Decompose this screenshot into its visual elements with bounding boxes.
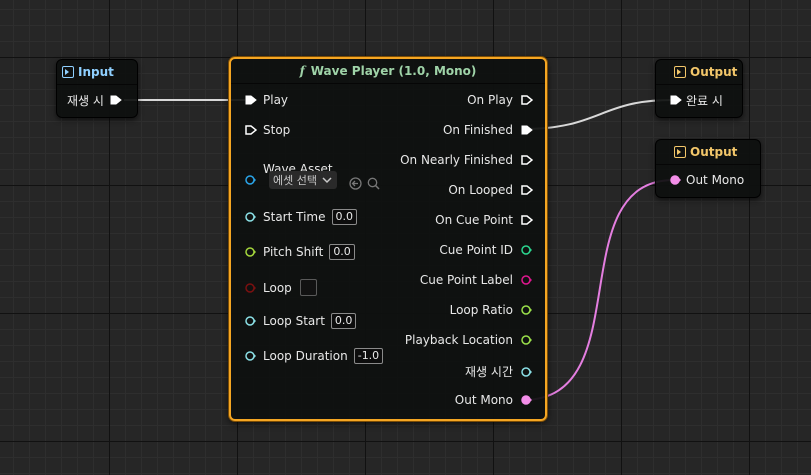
start-time-label: Start Time (263, 210, 326, 224)
playback-location-label: Playback Location (404, 333, 513, 347)
loop-label: Loop (263, 280, 292, 295)
on-cue-point-label: On Cue Point (435, 213, 513, 227)
pitch-shift-input[interactable]: 0.0 (329, 244, 355, 260)
int-pin-icon[interactable] (521, 245, 532, 255)
function-icon: f (299, 64, 305, 78)
exec-pin-icon[interactable] (521, 215, 533, 225)
use-selected-asset-icon[interactable] (349, 175, 362, 190)
exec-pin-icon[interactable] (110, 95, 122, 105)
exec-pin-icon[interactable] (521, 185, 533, 195)
string-pin-icon[interactable] (521, 275, 532, 285)
float-pin-icon[interactable] (245, 212, 256, 222)
input-icon (62, 66, 74, 78)
on-nearly-finished-pin-row[interactable]: On Nearly Finished (400, 153, 533, 167)
pitch-shift-label: Pitch Shift (263, 245, 324, 259)
start-time-pin-row[interactable]: Start Time 0.0 (245, 209, 357, 225)
loop-start-label: Loop Start (263, 314, 325, 328)
output-node-header[interactable]: Output (656, 140, 760, 165)
float-pin-icon[interactable] (245, 247, 256, 257)
playback-location-pin-row[interactable]: Playback Location (404, 333, 532, 347)
chevron-down-icon (321, 174, 333, 186)
cue-point-id-label: Cue Point ID (439, 243, 513, 257)
output-node-title: Output (690, 65, 738, 79)
wave-player-node[interactable]: f Wave Player (1.0, Mono) Play Stop Wave… (229, 57, 547, 421)
asset-pin-icon[interactable] (245, 175, 256, 185)
out-mono-label: Out Mono (454, 393, 513, 407)
output-icon (674, 66, 686, 78)
loop-duration-pin-row[interactable]: Loop Duration -1.0 (245, 348, 384, 364)
audio-pin-icon[interactable] (670, 175, 681, 185)
search-icon[interactable] (367, 175, 380, 190)
output-node-title: Output (690, 145, 738, 159)
output-pin-label: Out Mono (686, 173, 745, 187)
output-pin-row: 완료 시 (670, 91, 723, 109)
float-pin-icon[interactable] (245, 351, 256, 361)
on-nearly-finished-label: On Nearly Finished (400, 153, 513, 167)
playback-time-pin-row[interactable]: 재생 시간 (465, 363, 532, 380)
asset-picker-dropdown[interactable]: 에셋 선택 (269, 171, 337, 189)
float-pin-icon[interactable] (521, 305, 532, 315)
loop-start-pin-row[interactable]: Loop Start 0.0 (245, 313, 357, 329)
on-finished-pin-row[interactable]: On Finished (442, 123, 533, 137)
loop-checkbox[interactable] (299, 279, 317, 296)
output-pin-label: 완료 시 (686, 93, 723, 108)
on-cue-point-pin-row[interactable]: On Cue Point (435, 213, 533, 227)
exec-pin-icon[interactable] (245, 125, 257, 135)
float-pin-icon[interactable] (245, 316, 256, 326)
loop-ratio-label: Loop Ratio (449, 303, 513, 317)
time-pin-icon[interactable] (521, 366, 532, 377)
on-finished-label: On Finished (442, 123, 513, 137)
input-pin-label: 재생 시 (67, 93, 104, 108)
loop-duration-label: Loop Duration (263, 349, 348, 363)
on-play-pin-row[interactable]: On Play (467, 93, 533, 107)
playback-time-label: 재생 시간 (465, 365, 513, 379)
exec-pin-icon[interactable] (245, 95, 257, 105)
exec-pin-icon[interactable] (670, 95, 682, 105)
exec-pin-icon[interactable] (521, 155, 533, 165)
output-node-header[interactable]: Output (656, 60, 742, 85)
wave-player-header[interactable]: f Wave Player (1.0, Mono) (231, 59, 545, 84)
output-icon (674, 146, 686, 158)
pitch-shift-pin-row[interactable]: Pitch Shift 0.0 (245, 244, 355, 260)
on-play-label: On Play (467, 93, 513, 107)
stop-pin-row[interactable]: Stop (245, 123, 290, 137)
play-label: Play (263, 93, 289, 107)
exec-pin-icon[interactable] (521, 125, 533, 135)
loop-start-input[interactable]: 0.0 (330, 313, 357, 329)
on-looped-label: On Looped (448, 183, 513, 197)
wave-player-title: Wave Player (1.0, Mono) (310, 64, 477, 78)
out-mono-pin-row[interactable]: Out Mono (454, 393, 532, 407)
cue-point-label-label: Cue Point Label (419, 273, 513, 287)
output-node-out-mono[interactable]: Output Out Mono (655, 139, 761, 198)
stop-label: Stop (263, 123, 291, 137)
input-pin-row: 재생 시 (67, 91, 122, 109)
input-node-header[interactable]: Input (57, 60, 137, 85)
float-pin-icon[interactable] (521, 335, 532, 345)
input-node[interactable]: Input 재생 시 (56, 59, 138, 118)
loop-pin-row[interactable]: Loop (245, 279, 317, 296)
audio-pin-icon[interactable] (521, 395, 532, 405)
cue-point-label-pin-row[interactable]: Cue Point Label (419, 273, 532, 287)
bool-pin-icon[interactable] (245, 282, 256, 293)
on-looped-pin-row[interactable]: On Looped (448, 183, 533, 197)
input-node-title: Input (78, 65, 114, 79)
asset-picker-label: 에셋 선택 (273, 174, 317, 187)
loop-duration-input[interactable]: -1.0 (353, 348, 384, 364)
output-pin-row: Out Mono (670, 171, 744, 189)
loop-ratio-pin-row[interactable]: Loop Ratio (449, 303, 532, 317)
output-node-finished[interactable]: Output 완료 시 (655, 59, 743, 118)
start-time-input[interactable]: 0.0 (331, 209, 357, 225)
play-pin-row[interactable]: Play (245, 93, 288, 107)
cue-point-id-pin-row[interactable]: Cue Point ID (439, 243, 532, 257)
exec-pin-icon[interactable] (521, 95, 533, 105)
